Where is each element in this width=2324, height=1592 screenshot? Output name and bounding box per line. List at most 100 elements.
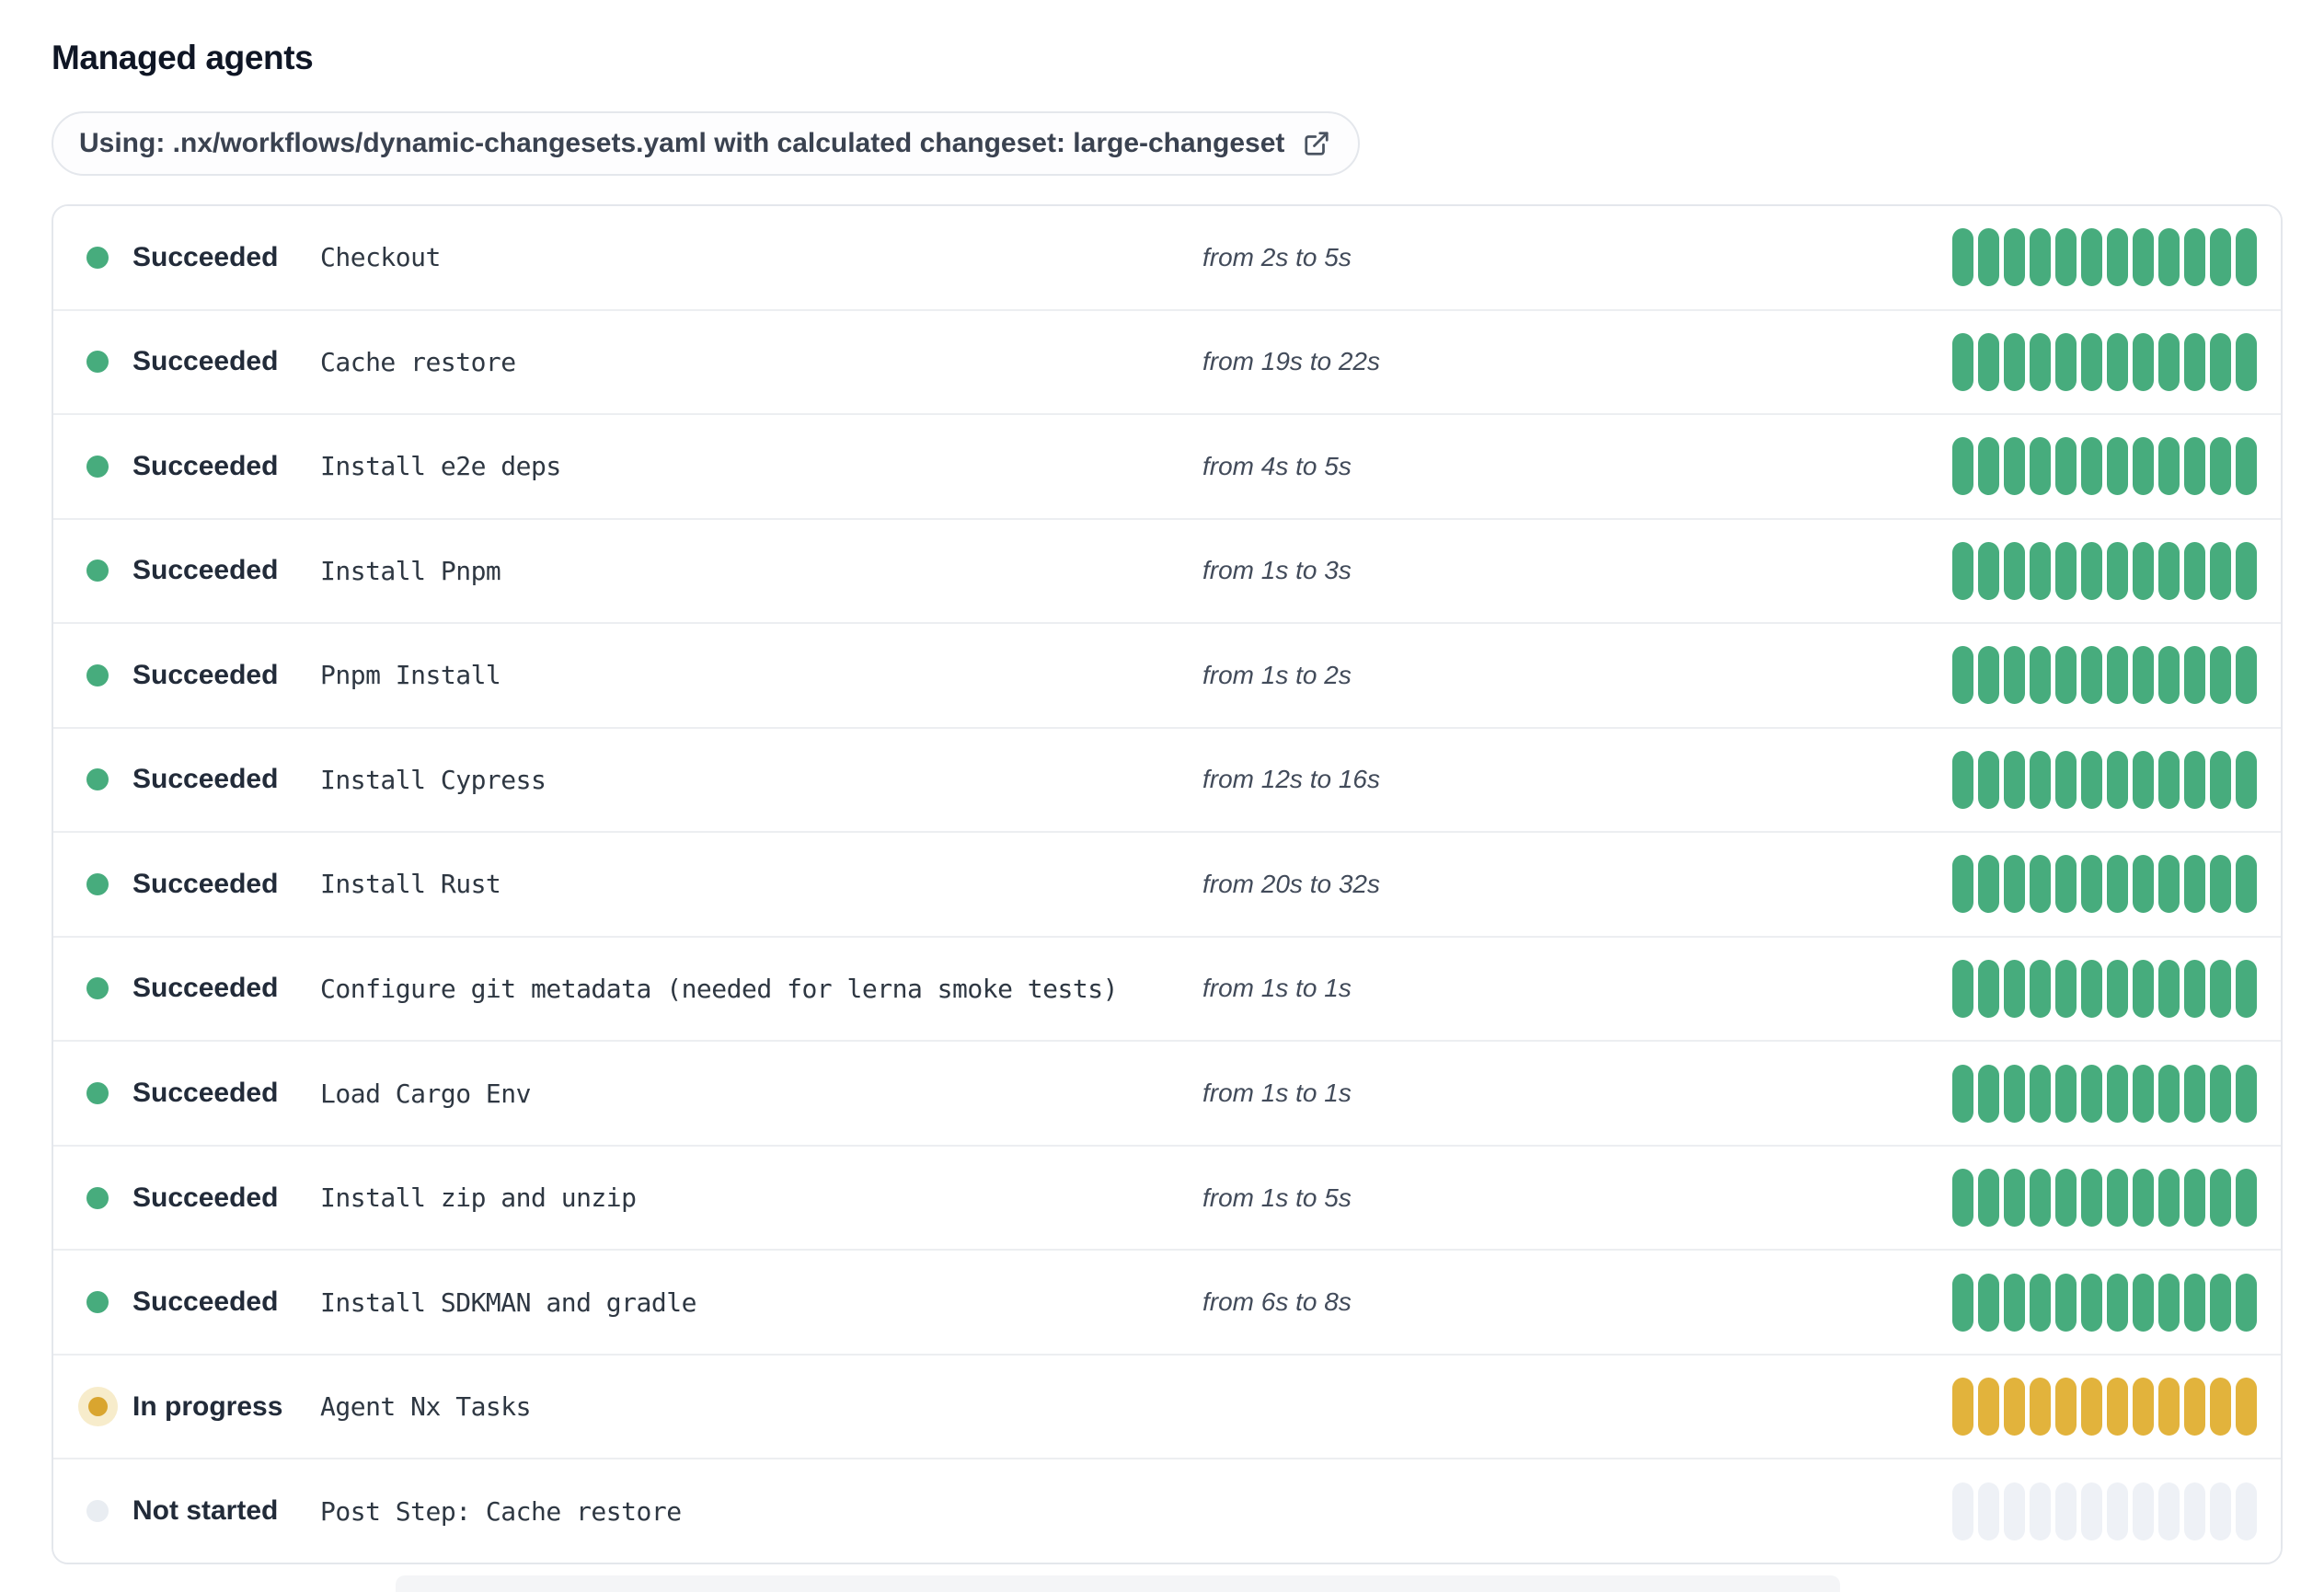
bar-segment bbox=[2184, 1482, 2205, 1540]
bar-segment bbox=[2107, 1169, 2128, 1228]
step-name: Install Rust bbox=[320, 869, 501, 900]
bar-segment bbox=[2236, 1482, 2257, 1540]
bar-segment bbox=[2081, 228, 2102, 287]
bar-segment bbox=[2133, 1482, 2154, 1540]
status-dot-succeeded bbox=[86, 768, 109, 791]
status-dot-succeeded bbox=[86, 663, 109, 686]
agent-progress-bar bbox=[1952, 750, 2257, 809]
workflow-config-banner[interactable]: Using: .nx/workflows/dynamic-changesets.… bbox=[52, 111, 1361, 176]
bar-segment bbox=[1952, 332, 1973, 391]
agent-progress-bar bbox=[1952, 228, 2257, 287]
bar-segment bbox=[2236, 541, 2257, 600]
bar-segment bbox=[2030, 437, 2051, 496]
bar-segment bbox=[2133, 228, 2154, 287]
bar-segment bbox=[1978, 1064, 1999, 1123]
bar-segment bbox=[2210, 437, 2231, 496]
bar-segment bbox=[2081, 1378, 2102, 1436]
step-duration: from 1s to 1s bbox=[1202, 974, 1352, 1003]
status-dot-succeeded bbox=[86, 351, 109, 374]
status-label: Succeeded bbox=[132, 555, 279, 586]
status-cell: Succeeded bbox=[86, 660, 320, 691]
agent-step-row[interactable]: Succeeded Install Rust from 20s to 32s bbox=[53, 831, 2281, 936]
status-label: Succeeded bbox=[132, 1286, 279, 1318]
step-name: Checkout bbox=[320, 242, 441, 273]
status-cell: Succeeded bbox=[86, 1078, 320, 1109]
step-duration: from 2s to 5s bbox=[1202, 242, 1352, 271]
step-name: Cache restore bbox=[320, 346, 516, 377]
agent-step-row[interactable]: Succeeded Pnpm Install from 1s to 2s bbox=[53, 622, 2281, 727]
bar-segment bbox=[2004, 646, 2025, 705]
step-duration: from 19s to 22s bbox=[1202, 347, 1380, 376]
bar-segment bbox=[2184, 228, 2205, 287]
bar-segment bbox=[2107, 541, 2128, 600]
status-label: Not started bbox=[132, 1495, 279, 1527]
bar-segment bbox=[2081, 1064, 2102, 1123]
bar-segment bbox=[2004, 750, 2025, 809]
bar-segment bbox=[2107, 1482, 2128, 1540]
bar-segment bbox=[2133, 959, 2154, 1018]
bar-segment bbox=[2107, 1064, 2128, 1123]
agent-step-row[interactable]: Succeeded Configure git metadata (needed… bbox=[53, 935, 2281, 1041]
bar-segment bbox=[2210, 855, 2231, 914]
bar-segment bbox=[2030, 855, 2051, 914]
agent-step-row[interactable]: Succeeded Install zip and unzip from 1s … bbox=[53, 1144, 2281, 1250]
bar-segment bbox=[2055, 1169, 2077, 1228]
bar-segment bbox=[2107, 855, 2128, 914]
bar-segment bbox=[2081, 1169, 2102, 1228]
status-label: In progress bbox=[132, 1390, 283, 1422]
status-dot-not-started bbox=[86, 1500, 109, 1523]
bar-segment bbox=[2030, 332, 2051, 391]
agent-step-row[interactable]: Succeeded Install Cypress from 12s to 16… bbox=[53, 726, 2281, 832]
agent-progress-bar bbox=[1952, 646, 2257, 705]
step-duration: from 20s to 32s bbox=[1202, 869, 1380, 898]
bar-segment bbox=[2055, 750, 2077, 809]
bar-segment bbox=[2055, 228, 2077, 287]
step-duration: from 1s to 3s bbox=[1202, 556, 1352, 585]
bar-segment bbox=[2210, 1273, 2231, 1332]
status-label: Succeeded bbox=[132, 973, 279, 1004]
bar-segment bbox=[2081, 750, 2102, 809]
bar-segment bbox=[2210, 646, 2231, 705]
bar-segment bbox=[2236, 1273, 2257, 1332]
bar-segment bbox=[2107, 959, 2128, 1018]
bar-segment bbox=[2158, 437, 2180, 496]
agent-step-row[interactable]: Succeeded Load Cargo Env from 1s to 1s bbox=[53, 1040, 2281, 1145]
status-label: Succeeded bbox=[132, 868, 279, 899]
bar-segment bbox=[2133, 855, 2154, 914]
bar-segment bbox=[2133, 437, 2154, 496]
bar-segment bbox=[2184, 332, 2205, 391]
agent-step-row[interactable]: Succeeded Install SDKMAN and gradle from… bbox=[53, 1249, 2281, 1354]
bar-segment bbox=[2210, 1169, 2231, 1228]
agent-step-row[interactable]: Succeeded Install Pnpm from 1s to 3s bbox=[53, 517, 2281, 623]
agent-step-row[interactable]: Succeeded Cache restore from 19s to 22s bbox=[53, 308, 2281, 414]
external-link-icon[interactable] bbox=[1303, 130, 1330, 157]
bar-segment bbox=[2133, 1169, 2154, 1228]
bar-segment bbox=[2030, 1064, 2051, 1123]
status-cell: Succeeded bbox=[86, 1286, 320, 1318]
bar-segment bbox=[2184, 750, 2205, 809]
status-dot-succeeded bbox=[86, 560, 109, 583]
agent-step-row[interactable]: Succeeded Install e2e deps from 4s to 5s bbox=[53, 413, 2281, 518]
agent-step-row[interactable]: Not started Post Step: Cache restore bbox=[53, 1458, 2281, 1563]
bar-segment bbox=[2210, 332, 2231, 391]
bar-segment bbox=[2158, 541, 2180, 600]
step-name: Post Step: Cache restore bbox=[320, 1495, 682, 1527]
bar-segment bbox=[2236, 1378, 2257, 1436]
agent-step-row[interactable]: Succeeded Checkout from 2s to 5s bbox=[53, 206, 2281, 309]
agent-progress-bar bbox=[1952, 437, 2257, 496]
status-dot-in-progress bbox=[87, 1397, 108, 1417]
bar-segment bbox=[2158, 1169, 2180, 1228]
bar-segment bbox=[2081, 437, 2102, 496]
agent-step-row[interactable]: In progress Agent Nx Tasks bbox=[53, 1353, 2281, 1459]
step-name: Install e2e deps bbox=[320, 451, 561, 482]
bar-segment bbox=[2107, 1378, 2128, 1436]
bar-segment bbox=[2055, 332, 2077, 391]
bar-segment bbox=[2236, 332, 2257, 391]
status-cell: Succeeded bbox=[86, 451, 320, 482]
below-card-panel-edge bbox=[396, 1575, 1840, 1592]
bar-segment bbox=[2081, 646, 2102, 705]
agent-progress-bar bbox=[1952, 855, 2257, 914]
bar-segment bbox=[1978, 1273, 1999, 1332]
bar-segment bbox=[2236, 855, 2257, 914]
bar-segment bbox=[2030, 1378, 2051, 1436]
